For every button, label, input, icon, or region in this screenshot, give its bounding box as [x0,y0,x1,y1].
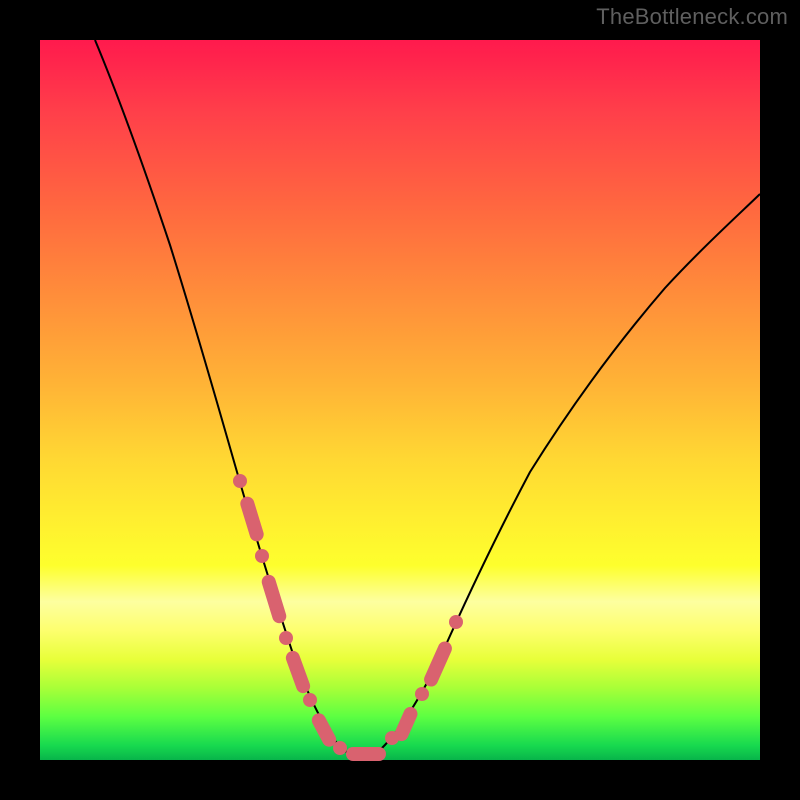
watermark-text: TheBottleneck.com [596,4,788,30]
curve-svg [40,40,760,760]
bottleneck-curve [95,40,760,754]
chart-frame: TheBottleneck.com [0,0,800,800]
curve-markers [233,474,463,761]
gradient-plot-area [40,40,760,760]
